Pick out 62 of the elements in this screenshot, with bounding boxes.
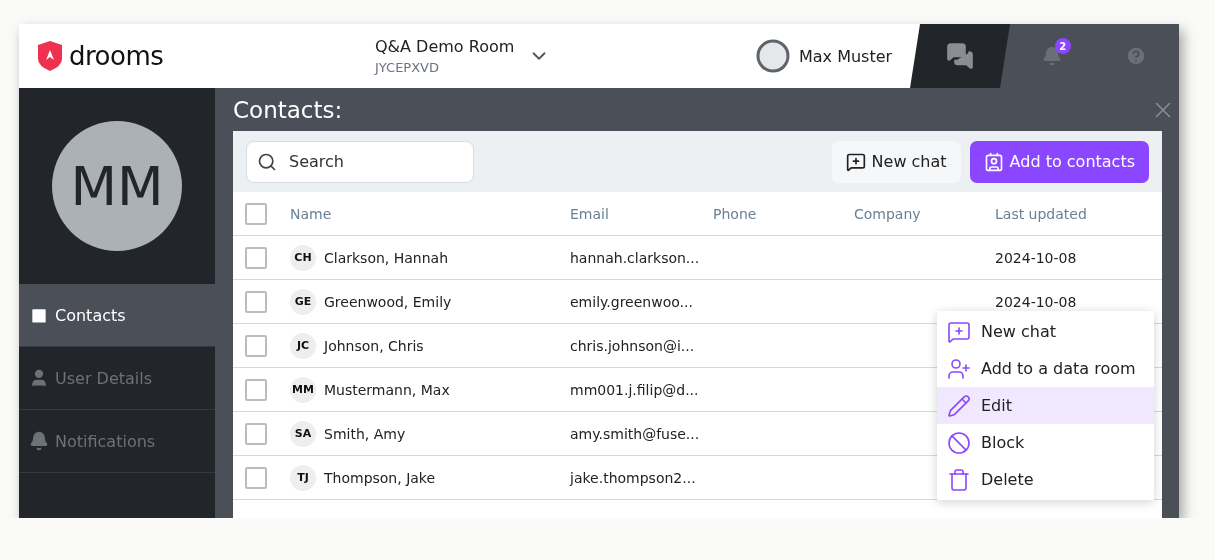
checkbox[interactable]	[245, 202, 267, 225]
name-cell: Clarkson, Hannah	[324, 249, 449, 266]
search-field[interactable]: Search	[246, 140, 474, 183]
checkbox[interactable]	[245, 290, 267, 313]
checkbox[interactable]	[245, 378, 267, 401]
email-cell-text: emily.greenwoo...	[570, 293, 694, 310]
menu-item[interactable]: Edit	[937, 387, 1154, 424]
new-chat-button[interactable]: New chat	[831, 140, 961, 183]
logo-icon	[37, 41, 63, 71]
name-cell: Mustermann, Max	[324, 381, 450, 398]
bell-icon	[29, 431, 49, 451]
date-cell: 2024-10-08	[995, 293, 1077, 310]
column-header[interactable]: Email	[570, 205, 713, 222]
menu-item[interactable]: New chat	[937, 313, 1154, 350]
menu-item[interactable]: Add to a data room	[937, 350, 1154, 387]
email-cell-text: hannah.clarkson...	[570, 249, 701, 266]
checkbox[interactable]	[245, 246, 267, 269]
initials-avatar: CH	[290, 244, 316, 271]
notification-count: 2	[1054, 38, 1071, 54]
email-cell-text: mm001.j.filip@d...	[570, 381, 700, 398]
date-cell: 2024-10-08	[995, 249, 1077, 266]
pencil-icon	[947, 393, 971, 418]
profile-avatar: MM	[52, 121, 182, 251]
chat-icon[interactable]	[946, 42, 974, 70]
user-plus-icon	[947, 356, 971, 381]
column-header[interactable]: Last updated	[995, 205, 1162, 222]
sidebar-item[interactable]: Contacts	[19, 284, 215, 347]
initials-avatar: GE	[290, 288, 316, 315]
trash-icon	[947, 467, 971, 492]
initials-avatar: JC	[290, 332, 316, 359]
room-code: JYCEPXVD	[375, 60, 440, 75]
block-icon	[947, 430, 971, 455]
checkbox[interactable]	[245, 422, 267, 445]
initials-avatar: MM	[290, 376, 316, 403]
name-cell: Greenwood, Emily	[324, 293, 452, 310]
panel-title: Contacts:	[233, 96, 343, 123]
search-icon	[257, 151, 277, 172]
user-avatar-icon[interactable]	[755, 38, 791, 74]
checkbox[interactable]	[245, 334, 267, 357]
add-to-contacts-button[interactable]: Add to contacts	[969, 140, 1149, 183]
menu-item[interactable]: Block	[937, 424, 1154, 461]
column-header[interactable]: Phone	[713, 205, 854, 222]
bell-icon[interactable]	[1041, 46, 1062, 66]
email-cell-text: jake.thompson2...	[570, 469, 697, 486]
room-selector[interactable]: Q&A Demo Room JYCEPXVD	[375, 24, 755, 88]
name-cell: Thompson, Jake	[324, 469, 436, 486]
menu-item[interactable]: Delete	[937, 461, 1154, 498]
email-cell-text: amy.smith@fuse...	[570, 425, 701, 442]
column-header[interactable]: Company	[854, 205, 995, 222]
chat-plus-icon	[845, 151, 866, 172]
chat-plus-icon	[947, 319, 971, 344]
checkbox[interactable]	[245, 466, 267, 489]
email-cell-text: chris.johnson@i...	[570, 337, 696, 354]
initials-avatar: SA	[290, 420, 316, 447]
brand-name: drooms	[69, 41, 164, 71]
user-name[interactable]: Max Muster	[799, 46, 893, 66]
column-header[interactable]: Name	[290, 205, 570, 222]
user-icon	[29, 368, 49, 388]
name-cell: Johnson, Chris	[324, 337, 424, 354]
room-name: Q&A Demo Room	[375, 37, 515, 56]
name-cell: Smith, Amy	[324, 425, 406, 442]
initials-avatar: TJ	[290, 464, 316, 491]
